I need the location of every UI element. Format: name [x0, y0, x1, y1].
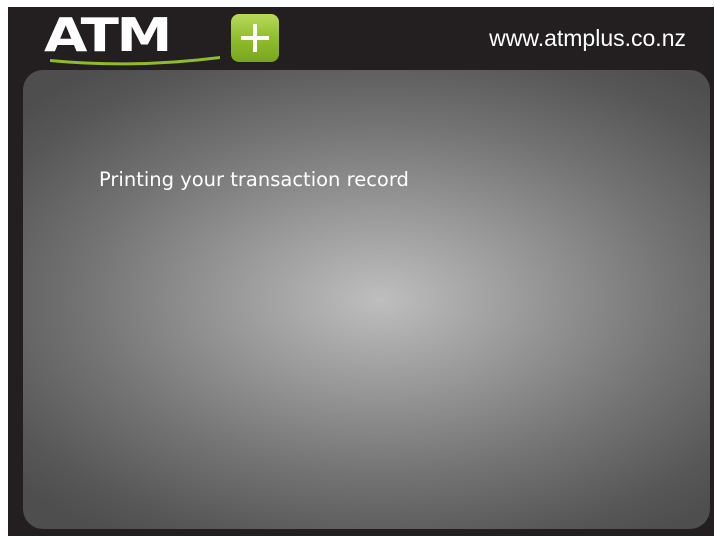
- atm-plus-logo: ATM: [44, 11, 294, 67]
- main-panel: Printing your transaction record: [23, 70, 710, 529]
- website-url: www.atmplus.co.nz: [489, 25, 686, 51]
- status-message: Printing your transaction record: [99, 168, 409, 191]
- atm-screen: ATM www.atmplus.co.nz Printing your tran…: [8, 7, 714, 536]
- header-bar: ATM www.atmplus.co.nz: [8, 7, 714, 70]
- logo-plus-icon: [231, 14, 279, 62]
